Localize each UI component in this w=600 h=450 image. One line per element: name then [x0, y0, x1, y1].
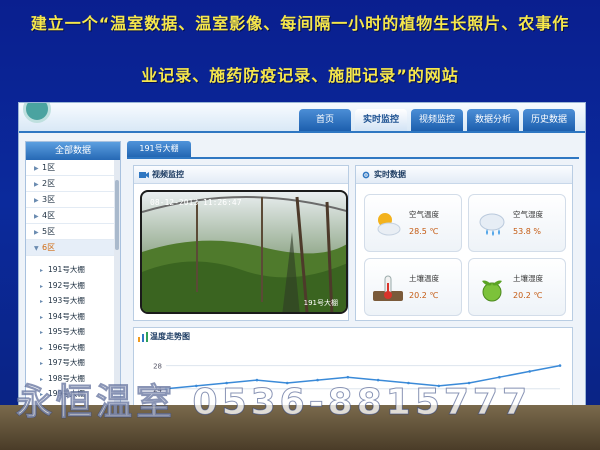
video-feed[interactable]: 08-12-2013 11:26:47 191号大棚 — [140, 190, 348, 314]
cloud-drop-icon — [479, 213, 505, 236]
headline-line-2: 业记录、施药防疫记录、施肥记录”的网站 — [141, 66, 459, 85]
shed-label: 195号大棚 — [48, 327, 85, 336]
soil-temperature-card: 土壤温度 20.2 ℃ — [364, 258, 462, 316]
sidebar-item-zone-2[interactable]: ▶ 2区 — [26, 176, 120, 192]
zone-list: ▶ 1区 ▶ 2区 ▶ 3区 ▶ 4区 ▶ 5区 ▼ 6区 — [26, 160, 120, 256]
sidebar-item-zone-6[interactable]: ▼ 6区 — [26, 240, 120, 256]
zone-label: 4区 — [42, 211, 56, 220]
card-value: 20.2 ℃ — [409, 291, 439, 300]
y-tick-label: 28 — [153, 363, 162, 371]
zone-label: 6区 — [42, 243, 56, 252]
thermometer-icon — [373, 275, 403, 301]
card-label: 空气湿度 — [513, 210, 543, 219]
sun-cloud-icon — [377, 213, 401, 236]
top-bar: 首页 实时监控 视频监控 数据分析 历史数据 — [19, 103, 585, 133]
bullet-icon: ▸ — [40, 282, 44, 290]
camera-icon — [139, 172, 149, 178]
shed-label: 197号大棚 — [48, 358, 85, 367]
zone-label: 2区 — [42, 179, 56, 188]
realtime-panel: 实时数据 空气温度 28.5 ℃ 空气湿度 53.8 % 土壤温度 20.2 ℃… — [355, 165, 573, 321]
shed-label: 193号大棚 — [48, 296, 85, 305]
list-item[interactable]: ▸ 193号大棚 — [26, 293, 120, 309]
sprout-icon — [482, 280, 502, 302]
gear-icon — [362, 171, 370, 179]
shed-label: 194号大棚 — [48, 311, 85, 321]
zone-label: 3区 — [42, 195, 56, 204]
bullet-icon: ▸ — [40, 329, 44, 336]
trend-title: 温度走势图 — [150, 332, 190, 341]
nav-tab-analysis[interactable]: 数据分析 — [467, 109, 519, 131]
video-panel-header: 视频监控 — [134, 166, 348, 184]
chevron-right-icon: ▶ — [34, 181, 39, 188]
realtime-panel-header: 实时数据 — [356, 166, 572, 184]
headline-line-1: 建立一个“温室数据、温室影像、每间隔一小时的植物生长照片、农事作 — [30, 14, 570, 33]
chevron-right-icon: ▶ — [34, 229, 39, 236]
chevron-right-icon: ▶ — [34, 197, 39, 204]
zone-label: 5区 — [42, 227, 56, 236]
realtime-panel-title: 实时数据 — [374, 170, 406, 179]
card-value: 28.5 ℃ — [409, 227, 439, 236]
video-panel: 视频监控 08-12-2013 11:26:47 191号大棚 — [133, 165, 349, 321]
nav-tab-realtime[interactable]: 实时监控 — [355, 109, 407, 131]
shed-label: 192号大棚 — [48, 280, 85, 290]
card-value: 53.8 % — [513, 227, 541, 236]
tab-greenhouse-191[interactable]: 191号大棚 — [127, 141, 191, 157]
sidebar-header: 全部数据 — [26, 142, 120, 160]
zone-label: 1区 — [42, 163, 56, 172]
sidebar-item-zone-4[interactable]: ▶ 4区 — [26, 208, 120, 224]
divider — [127, 157, 579, 159]
video-timestamp: 08-12-2013 11:26:47 — [150, 198, 242, 207]
card-value: 20.2 ℃ — [513, 291, 543, 300]
logo-icon — [23, 103, 51, 123]
sidebar-item-zone-5[interactable]: ▶ 5区 — [26, 224, 120, 240]
nav-tab-history[interactable]: 历史数据 — [523, 109, 575, 131]
card-label: 土壤湿度 — [513, 274, 543, 283]
soil-humidity-card: 土壤湿度 20.2 ℃ — [468, 258, 566, 316]
list-item[interactable]: ▸ 196号大棚 — [26, 340, 120, 356]
nav-tab-home[interactable]: 首页 — [299, 109, 351, 131]
watermark: 永恒温室 0536-8815777 — [15, 382, 532, 424]
chevron-down-icon: ▼ — [34, 245, 39, 252]
bullet-icon: ▸ — [40, 298, 44, 305]
air-temperature-card: 空气温度 28.5 ℃ — [364, 194, 462, 252]
trend-panel-header: 温度走势图 — [134, 328, 572, 346]
data-point — [558, 364, 562, 367]
card-label: 土壤温度 — [409, 274, 439, 283]
bullet-icon: ▸ — [40, 360, 44, 367]
list-item[interactable]: ▸ 194号大棚 — [26, 309, 120, 325]
video-caption: 191号大棚 — [303, 299, 338, 307]
scroll-thumb[interactable] — [115, 180, 119, 250]
sidebar-item-zone-1[interactable]: ▶ 1区 — [26, 160, 120, 176]
list-item[interactable]: ▸ 191号大棚 — [26, 262, 120, 278]
list-item[interactable]: ▸ 195号大棚 — [26, 324, 120, 340]
air-humidity-card: 空气湿度 53.8 % — [468, 194, 566, 252]
list-item[interactable]: ▸ 192号大棚 — [26, 278, 120, 294]
nav-tab-video[interactable]: 视频监控 — [411, 109, 463, 131]
chevron-right-icon: ▶ — [34, 165, 39, 172]
sidebar-item-zone-3[interactable]: ▶ 3区 — [26, 192, 120, 208]
bar-chart-icon — [138, 332, 148, 342]
bullet-icon: ▸ — [40, 344, 44, 352]
shed-label: 191号大棚 — [48, 265, 85, 274]
list-item[interactable]: ▸ 197号大棚 — [26, 355, 120, 371]
greenhouse-video-image — [142, 192, 346, 312]
card-label: 空气温度 — [409, 210, 439, 219]
bullet-icon: ▸ — [40, 313, 44, 321]
shed-label: 196号大棚 — [48, 342, 85, 352]
chevron-right-icon: ▶ — [34, 213, 39, 220]
bullet-icon: ▸ — [40, 267, 44, 274]
video-panel-title: 视频监控 — [152, 170, 184, 179]
main-nav: 首页 实时监控 视频监控 数据分析 历史数据 — [299, 109, 575, 131]
